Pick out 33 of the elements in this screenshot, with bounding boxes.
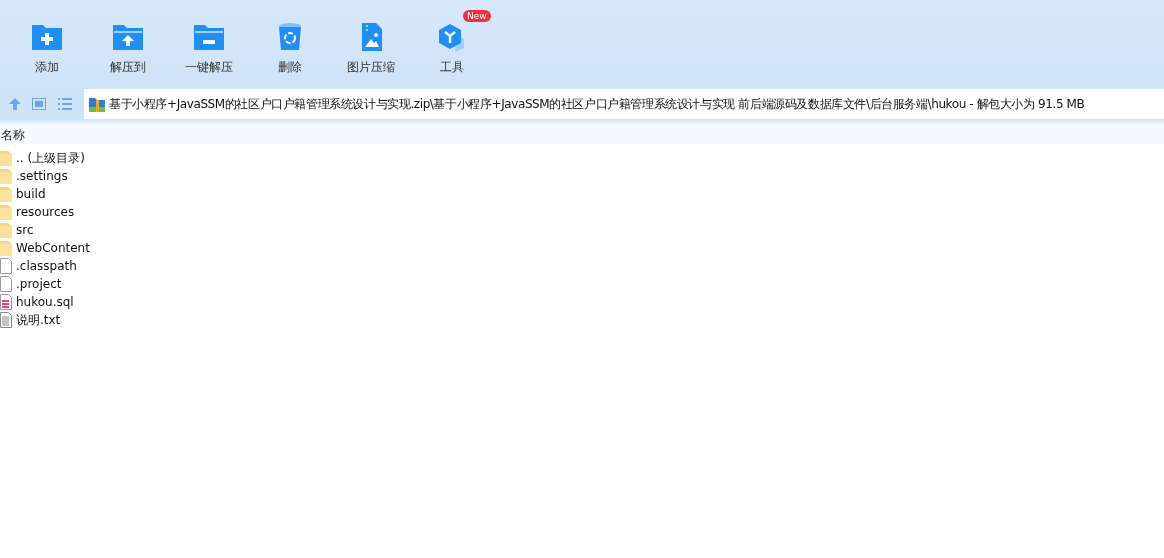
new-badge: New (463, 10, 491, 22)
file-row[interactable]: .project (0, 275, 1164, 293)
folder-icon (0, 186, 12, 202)
thumbnail-icon (32, 98, 46, 110)
file-row[interactable]: WebContent (0, 239, 1164, 257)
file-row[interactable]: build (0, 185, 1164, 203)
file-row[interactable]: .. (上级目录) (0, 149, 1164, 167)
up-arrow-icon (9, 98, 21, 110)
archive-path: 基于小程序+JavaSSM的社区户口户籍管理系统设计与实现.zip\基于小程序+JavaSSM的社区户口户籍管理系统设计与实现 前后端源码及数据库文件\后台服务端\hukou - 解包大小为 91.5 MB (109, 96, 1085, 113)
folder-icon (0, 168, 12, 184)
file-row[interactable]: .classpath (0, 257, 1164, 275)
toolbar-button[interactable]: 工具 (434, 22, 469, 76)
address-field[interactable]: 基于小程序+JavaSSM的社区户口户籍管理系统设计与实现.zip\基于小程序+JavaSSM的社区户口户籍管理系统设计与实现 前后端源码及数据库文件\后台服务端\hukou - 解包大小为 91.5 MB (84, 89, 1164, 119)
folder-plus-icon (29, 22, 64, 52)
toolbar-button[interactable]: 图片压缩 (346, 22, 395, 76)
toolbar-button[interactable]: 解压到 (109, 22, 146, 76)
file-row[interactable]: .settings (0, 167, 1164, 185)
folder-minus-icon (191, 22, 226, 52)
file-row[interactable]: resources (0, 203, 1164, 221)
toolbar-button[interactable]: 添加 (29, 22, 64, 76)
list-icon (58, 98, 72, 110)
archive-icon (89, 96, 105, 112)
folder-icon (0, 204, 12, 220)
column-header[interactable]: 名称 (0, 126, 25, 144)
folder-upload-icon (110, 22, 145, 52)
toolbar-button[interactable]: 一键解压 (184, 22, 233, 76)
file-row[interactable]: src (0, 221, 1164, 239)
file-row[interactable]: hukou.sql (0, 293, 1164, 311)
folder-icon (0, 150, 12, 166)
folder-icon (0, 240, 12, 256)
toolbar-button[interactable]: 删除 (272, 22, 307, 76)
file-row[interactable]: 说明.txt (0, 311, 1164, 329)
folder-icon (0, 222, 12, 238)
